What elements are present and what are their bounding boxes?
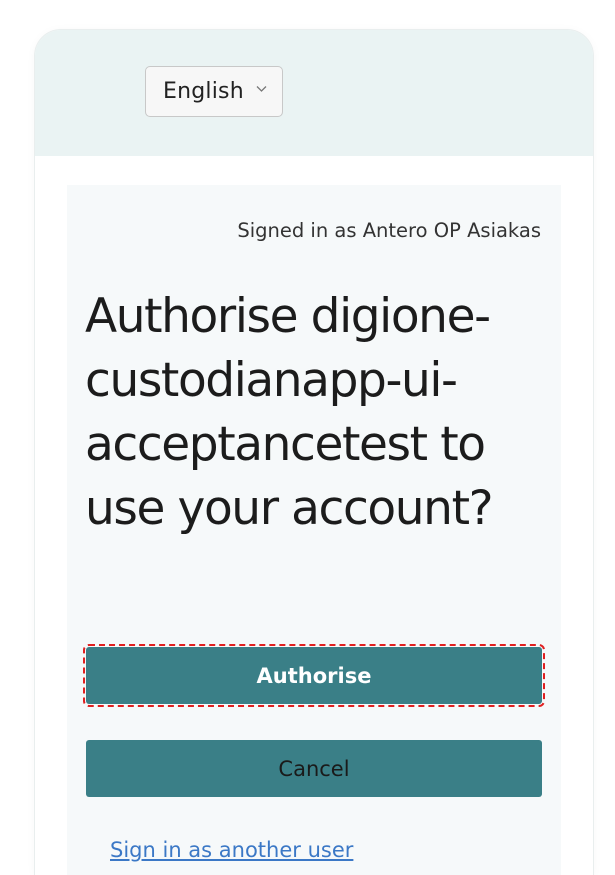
signed-in-status: Signed in as Antero OP Asiakas xyxy=(237,219,541,242)
authorisation-card: English Signed in as Antero OP Asiakas A… xyxy=(35,30,593,875)
consent-panel: Signed in as Antero OP Asiakas Authorise… xyxy=(67,185,561,875)
authorise-button[interactable]: Authorise xyxy=(83,644,545,707)
chevron-down-icon xyxy=(256,86,267,92)
page-title: Authorise digione-custodianapp-ui-accept… xyxy=(85,289,494,536)
sign-in-as-another-user-link[interactable]: Sign in as another user xyxy=(110,838,353,862)
language-select[interactable]: English xyxy=(145,66,283,117)
language-select-value: English xyxy=(163,79,244,104)
cancel-button[interactable]: Cancel xyxy=(86,740,542,797)
card-header: English xyxy=(35,30,593,156)
